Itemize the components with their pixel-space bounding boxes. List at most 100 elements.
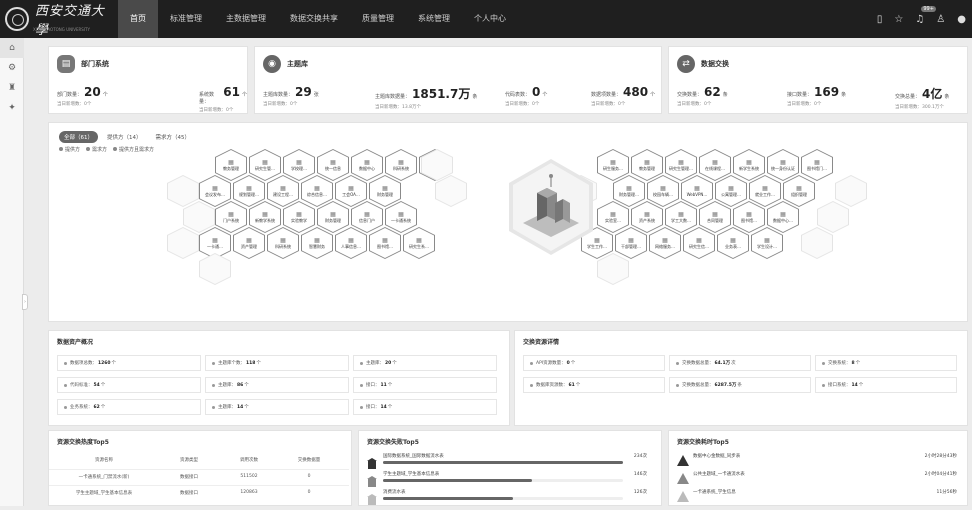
- nav-master-data[interactable]: 主数据管理: [214, 0, 278, 38]
- user-icon[interactable]: ♙: [936, 14, 945, 25]
- system-hex[interactable]: ▦ 资产管理: [233, 227, 265, 259]
- system-hex[interactable]: ▦ 图书馆门…: [801, 149, 833, 181]
- system-label: 学校理…: [291, 166, 307, 171]
- system-hex[interactable]: ▦ 财务管理: [369, 175, 401, 207]
- sidebar-toggle-handle[interactable]: ›: [22, 294, 28, 310]
- system-label: 统一身份认证: [771, 166, 795, 171]
- rank-item[interactable]: 公共主题域_一卡通流水表 2小时04分41秒: [677, 471, 957, 491]
- system-hex[interactable]: ▦ 在线课程…: [699, 149, 731, 181]
- system-hex[interactable]: ▦ 学工大数…: [665, 201, 697, 233]
- system-hex[interactable]: ▦ 建设工程…: [267, 175, 299, 207]
- stat-value: 64.1万: [714, 361, 731, 366]
- system-hex[interactable]: ▦ 智慧财务: [301, 227, 333, 259]
- table-row[interactable]: 一卡通系统_门禁流水(新) 数据接口 511502 0: [49, 469, 349, 483]
- table-row[interactable]: 学生主题域_学生基本信息表 数据接口 120863 0: [49, 485, 349, 499]
- warning-icon: [677, 491, 689, 503]
- system-hex[interactable]: ▦ 科研系统: [385, 149, 417, 181]
- nav-quality[interactable]: 质量管理: [350, 0, 406, 38]
- nav-home[interactable]: 首页: [118, 0, 158, 38]
- nav-personal[interactable]: 个人中心: [462, 0, 518, 38]
- system-hex[interactable]: ▦ 新学生系统: [733, 149, 765, 181]
- hex-content: ▦ 智慧财务: [302, 228, 332, 258]
- system-hex[interactable]: ▦ 新教学系统: [249, 201, 281, 233]
- system-icon: ▦: [628, 237, 634, 244]
- rank-item[interactable]: 数据中心金数据_同步表 2小时28分43秒: [677, 453, 957, 473]
- system-hex[interactable]: ▦ 网络服务…: [649, 227, 681, 259]
- system-hex[interactable]: ▦ 规划管理…: [233, 175, 265, 207]
- notification-button[interactable]: ♫ 99+: [915, 5, 936, 25]
- data-assets-panel: 数据资产概况 数据项总数： 1260 个主题库个数： 118 个主题库： 20 个代码标准：…: [48, 330, 510, 426]
- system-hex[interactable]: ▦ 一卡通系统: [385, 201, 417, 233]
- tab-consumer[interactable]: 需求方（45）: [151, 131, 196, 143]
- system-hex[interactable]: ▦ 综合信息…: [301, 175, 333, 207]
- lock-icon[interactable]: ♜: [0, 78, 24, 98]
- system-hex[interactable]: ▦ 就业工作…: [749, 175, 781, 207]
- settings-icon[interactable]: ⚙: [0, 58, 24, 78]
- system-hex[interactable]: ▦ 业务表…: [717, 227, 749, 259]
- system-hex[interactable]: ▦ 实验室…: [597, 201, 629, 233]
- system-hex[interactable]: ▦ 校园车辆…: [647, 175, 679, 207]
- stat-value: 14: [237, 404, 244, 410]
- system-hex[interactable]: ▦ 学生设计…: [751, 227, 783, 259]
- metric-label: 数据项数量：: [591, 92, 622, 98]
- rank-name: 国际数据系统_国际数据流水表: [383, 454, 444, 459]
- system-hex[interactable]: ▦ 资产系统: [631, 201, 663, 233]
- metric-label: 主题库数据量：: [375, 94, 411, 100]
- system-hex[interactable]: ▦ 图书馆…: [733, 201, 765, 233]
- system-hex[interactable]: ▦ 研究生管理…: [665, 149, 697, 181]
- system-icon: ▦: [246, 185, 252, 192]
- system-hex[interactable]: ▦ 数据中心: [351, 149, 383, 181]
- system-hex[interactable]: ▦ 统一身份认证: [767, 149, 799, 181]
- rank-item[interactable]: 学生主题域_学生基本信息表 146次: [367, 471, 647, 491]
- system-hex[interactable]: ▦数据中心…: [767, 201, 799, 233]
- system-hex[interactable]: ▦ 会议发布…: [199, 175, 231, 207]
- rank-item[interactable]: 一卡通系统_学生信息 11分56秒: [677, 489, 957, 509]
- section-title: 资源交换耗时Top5: [677, 439, 729, 446]
- document-icon[interactable]: ▯: [877, 14, 883, 25]
- system-hex[interactable]: ▦ 合同管理: [699, 201, 731, 233]
- hex-content: ▦ 一卡通系统: [386, 202, 416, 232]
- system-hex[interactable]: ▦ 人事信息…: [335, 227, 367, 259]
- system-label: 研生服务…: [603, 166, 623, 171]
- system-icon: ▦: [644, 159, 650, 166]
- tab-provider[interactable]: 提供方（14）: [102, 131, 147, 143]
- system-hex[interactable]: ▦ 研究生系…: [403, 227, 435, 259]
- system-hex[interactable]: ▦ 研究生管…: [249, 149, 281, 181]
- system-hex[interactable]: ▦ 信息门户: [351, 201, 383, 233]
- system-hex[interactable]: ▦ 研生服务…: [597, 149, 629, 181]
- cell-type: 数据接口: [180, 474, 198, 480]
- system-hex[interactable]: ▦ WebVPN…: [681, 175, 713, 207]
- system-hex[interactable]: ▦ 实验教学: [283, 201, 315, 233]
- system-hex[interactable]: ▦ 图书馆…: [369, 227, 401, 259]
- system-hex[interactable]: ▦ 干部管理…: [615, 227, 647, 259]
- star-icon[interactable]: ☆: [894, 14, 903, 25]
- star-icon[interactable]: ✦: [0, 98, 24, 118]
- rank-item[interactable]: 消费流水表 126次: [367, 489, 647, 509]
- nav-system[interactable]: 系统管理: [406, 0, 462, 38]
- more-icon[interactable]: ●: [957, 14, 966, 25]
- nav-standards[interactable]: 标准管理: [158, 0, 214, 38]
- system-label: 综合信息…: [307, 192, 327, 197]
- system-label: 研究生信…: [689, 244, 709, 249]
- metric-unit: 张: [313, 92, 319, 98]
- system-hex[interactable]: ▦ 统一信息: [317, 149, 349, 181]
- system-hex[interactable]: ▦ 财务管理…: [613, 175, 645, 207]
- system-hex[interactable]: ▦ 财务管理: [317, 201, 349, 233]
- tab-all[interactable]: 全部（61）: [59, 131, 98, 143]
- system-hex[interactable]: ▦ 门户系统: [215, 201, 247, 233]
- system-hex[interactable]: ▦ 科研系统: [267, 227, 299, 259]
- nav-data-exchange[interactable]: 数据交换共享: [278, 0, 350, 38]
- section-title: 数据资产概况: [57, 339, 94, 346]
- system-hex[interactable]: ▦ 组织管理: [783, 175, 815, 207]
- system-icon: ▦: [364, 211, 370, 218]
- university-logo[interactable]: 西安交通大學 XI'AN JIAOTONG UNIVERSITY: [0, 0, 118, 38]
- rank-item[interactable]: 国际数据系统_国际数据流水表 234次: [367, 453, 647, 473]
- system-hex[interactable]: ▦ 公寓管理…: [715, 175, 747, 207]
- system-hex[interactable]: ▦ 工会OA…: [335, 175, 367, 207]
- system-hex[interactable]: ▦ 学校理…: [283, 149, 315, 181]
- home-icon[interactable]: ⌂: [0, 38, 24, 58]
- system-hex[interactable]: ▦ 研究生信…: [683, 227, 715, 259]
- stat-row: 主题库个数： 118 个: [205, 355, 349, 371]
- system-hex[interactable]: ▦ 教务管理: [215, 149, 247, 181]
- system-hex[interactable]: ▦ 教务管理: [631, 149, 663, 181]
